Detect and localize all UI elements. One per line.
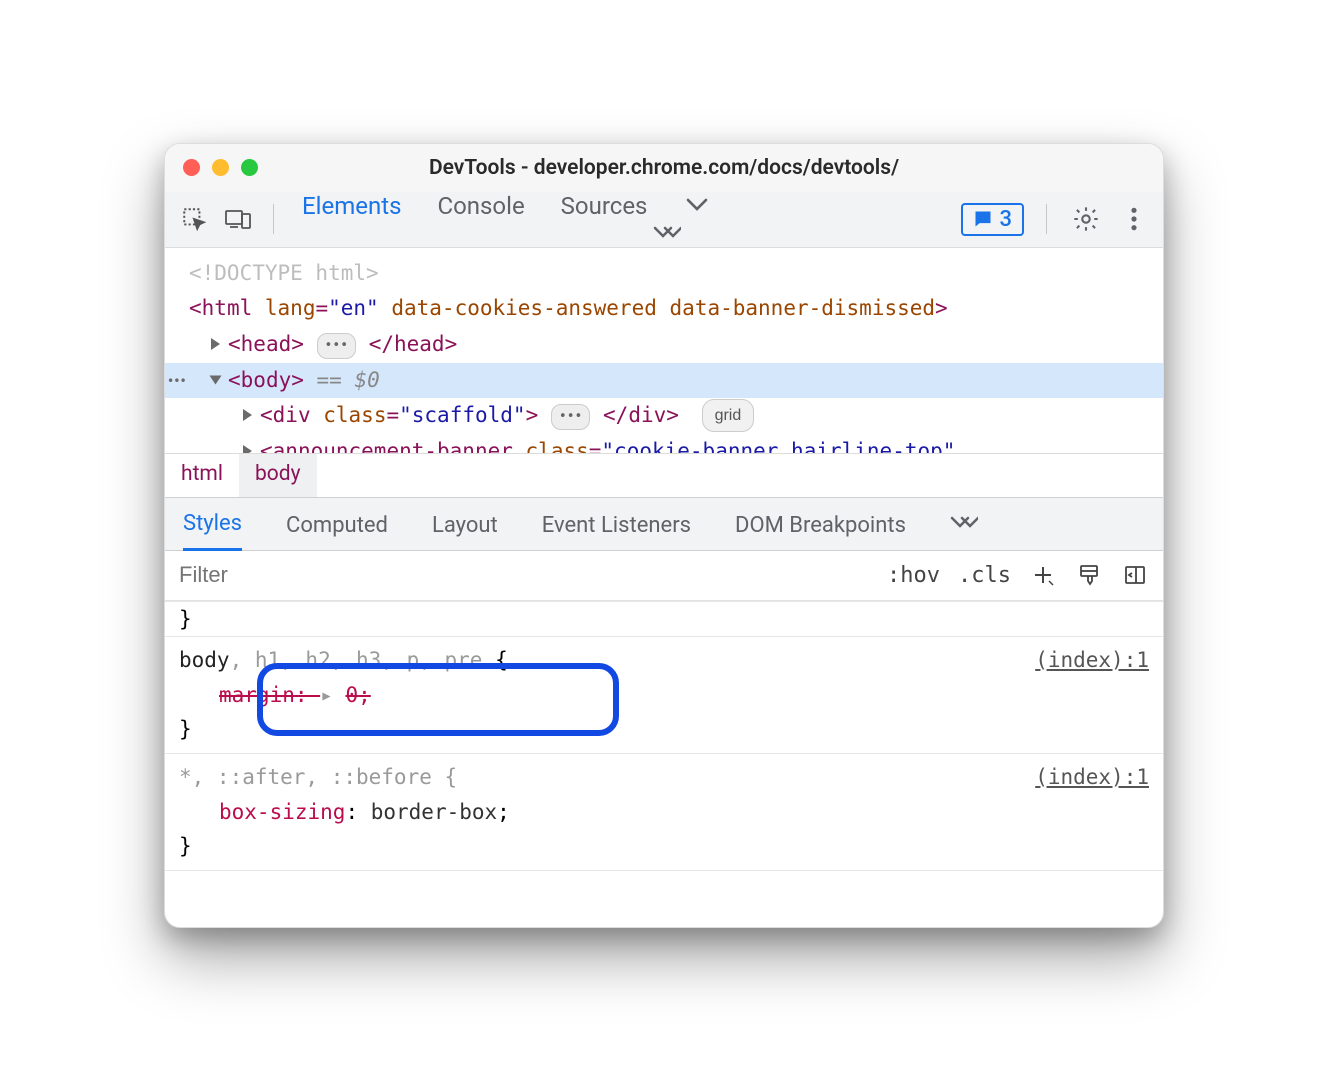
rule-source-link[interactable]: (index):1: [1035, 643, 1149, 678]
selector-body[interactable]: body: [179, 648, 230, 672]
issues-count: 3: [999, 207, 1012, 232]
rule-close-brace: }: [179, 829, 1149, 864]
style-rule-universal[interactable]: (index):1 *, ::after, ::before { box-siz…: [165, 754, 1163, 871]
selector-rest[interactable]: , h1, h2, h3, p, pre: [230, 648, 496, 672]
styles-filter-row: :hov .cls: [165, 551, 1163, 601]
main-toolbar: Elements Console Sources 3: [165, 192, 1163, 248]
inspect-element-icon[interactable]: [177, 202, 211, 236]
close-window-icon[interactable]: [183, 159, 200, 176]
val-border-box[interactable]: border-box: [371, 800, 497, 824]
tab-layout[interactable]: Layout: [432, 498, 498, 550]
toolbar-separator: [1046, 204, 1047, 234]
dom-head[interactable]: <head> ••• </head>: [165, 327, 1163, 363]
zoom-window-icon[interactable]: [241, 159, 258, 176]
dom-body-selected[interactable]: <body> == $0: [165, 363, 1163, 399]
collapse-caret-icon[interactable]: [210, 375, 222, 384]
rule-close-brace: }: [179, 607, 192, 631]
dom-doctype[interactable]: <!DOCTYPE html>: [165, 256, 1163, 292]
minimize-window-icon[interactable]: [212, 159, 229, 176]
tab-computed[interactable]: Computed: [286, 498, 388, 550]
device-toolbar-icon[interactable]: [221, 202, 255, 236]
styles-rules: } (index):1 body, h1, h2, h3, p, pre { m…: [165, 601, 1163, 881]
issues-badge[interactable]: 3: [961, 203, 1024, 236]
dom-announcement-banner[interactable]: <announcement-banner class="cookie-banne…: [165, 434, 1163, 453]
dom-div-scaffold[interactable]: <div class="scaffold"> ••• </div> grid: [165, 398, 1163, 434]
kebab-menu-icon[interactable]: [1117, 202, 1151, 236]
prop-margin[interactable]: margin: [219, 683, 295, 707]
breadcrumb: html body: [165, 453, 1163, 497]
tab-styles[interactable]: Styles: [183, 496, 242, 551]
toggle-sidebar-icon[interactable]: [1121, 561, 1149, 589]
rule-source-link[interactable]: (index):1: [1035, 760, 1149, 795]
breadcrumb-body[interactable]: body: [239, 454, 317, 497]
expand-caret-icon[interactable]: [243, 445, 252, 453]
val-margin[interactable]: 0: [345, 683, 358, 707]
hov-toggle[interactable]: :hov: [887, 563, 940, 588]
styles-filter-input[interactable]: [165, 551, 887, 600]
dom-tree[interactable]: <!DOCTYPE html> <html lang="en" data-coo…: [165, 248, 1163, 453]
dom-html[interactable]: <html lang="en" data-cookies-answered da…: [165, 291, 1163, 327]
window-controls: [183, 159, 258, 176]
ellipsis-icon[interactable]: •••: [317, 333, 356, 359]
rule-close-brace: }: [179, 712, 1149, 747]
styles-paintbrush-icon[interactable]: [1075, 561, 1103, 589]
tab-event-listeners[interactable]: Event Listeners: [542, 498, 691, 550]
style-rule-body[interactable]: (index):1 body, h1, h2, h3, p, pre { mar…: [165, 637, 1163, 754]
cls-toggle[interactable]: .cls: [958, 563, 1011, 588]
devtools-window: DevTools - developer.chrome.com/docs/dev…: [164, 143, 1164, 928]
settings-icon[interactable]: [1069, 202, 1103, 236]
toolbar-separator: [273, 204, 274, 234]
tab-dom-breakpoints[interactable]: DOM Breakpoints: [735, 498, 906, 550]
more-styles-tabs-icon[interactable]: [950, 498, 978, 550]
style-rule-ua-body[interactable]: user agent stylesheet body {: [165, 871, 1163, 881]
titlebar: DevTools - developer.chrome.com/docs/dev…: [165, 144, 1163, 192]
breadcrumb-html[interactable]: html: [165, 454, 239, 497]
selector-universal[interactable]: *, ::after, ::before {: [179, 765, 457, 789]
ellipsis-icon[interactable]: •••: [551, 404, 590, 430]
grid-badge[interactable]: grid: [702, 399, 755, 432]
window-title: DevTools - developer.chrome.com/docs/dev…: [181, 156, 1147, 180]
ua-stylesheet-label: user agent stylesheet: [883, 877, 1149, 881]
expand-caret-icon[interactable]: [243, 409, 252, 421]
expand-caret-icon[interactable]: [211, 338, 220, 350]
new-style-rule-icon[interactable]: [1029, 561, 1057, 589]
prop-box-sizing[interactable]: box-sizing: [219, 800, 345, 824]
styles-tabs: Styles Computed Layout Event Listeners D…: [165, 497, 1163, 551]
